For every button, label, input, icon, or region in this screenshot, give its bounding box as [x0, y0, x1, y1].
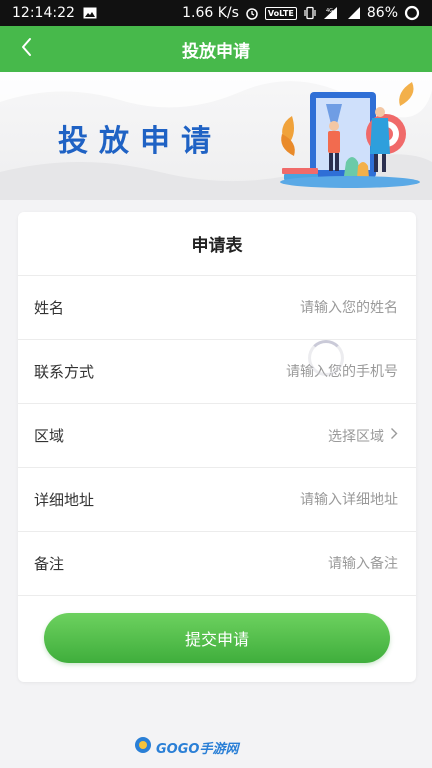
application-form-card: 申请表 姓名 联系方式 区域 选择区域 详细地址 备注 提交申请 [18, 212, 416, 682]
gallery-icon [83, 7, 97, 19]
phone-row: 联系方式 [18, 340, 416, 404]
address-row: 详细地址 [18, 468, 416, 532]
status-time: 12:14:22 [12, 5, 75, 21]
chevron-right-icon [390, 427, 398, 444]
status-bar: 12:14:22 1.66 K/s VoLTE 4G 86% [0, 0, 432, 26]
svg-text:4G: 4G [326, 8, 333, 14]
chevron-left-icon [19, 36, 33, 62]
address-input[interactable] [198, 491, 398, 508]
submit-button[interactable]: 提交申请 [44, 613, 390, 663]
region-select[interactable]: 选择区域 [328, 426, 398, 446]
name-input[interactable] [198, 299, 398, 316]
remark-label: 备注 [34, 555, 65, 573]
loading-ring-icon [404, 5, 420, 21]
name-label: 姓名 [34, 299, 65, 317]
region-row[interactable]: 区域 选择区域 [18, 404, 416, 468]
form-title: 申请表 [18, 212, 416, 276]
loading-spinner [308, 340, 344, 376]
banner-title: 投放申请 [58, 124, 222, 159]
remark-input[interactable] [198, 555, 398, 572]
app-header: 投放申请 [0, 26, 432, 72]
network-speed: 1.66 K/s [182, 5, 239, 21]
region-placeholder: 选择区域 [328, 428, 384, 445]
banner-illustration [272, 76, 422, 200]
phone-label: 联系方式 [34, 363, 95, 381]
name-row: 姓名 [18, 276, 416, 340]
volte-badge: VoLTE [264, 6, 297, 20]
vibrate-icon [303, 6, 317, 20]
watermark: GOGO手游网 [134, 736, 238, 758]
page-title: 投放申请 [182, 41, 250, 62]
remark-row: 备注 [18, 532, 416, 596]
phone-input[interactable] [198, 363, 398, 380]
signal-icon: 4G [323, 6, 341, 20]
address-label: 详细地址 [34, 491, 95, 509]
region-label: 区域 [34, 427, 65, 445]
watermark-logo-icon [134, 736, 154, 758]
battery-level: 86% [366, 5, 398, 21]
back-button[interactable] [8, 26, 44, 72]
banner: 投放申请 [0, 72, 432, 200]
watermark-text: GOGO手游网 [156, 741, 239, 757]
alarm-icon [245, 6, 259, 20]
signal-icon-2 [347, 6, 361, 20]
